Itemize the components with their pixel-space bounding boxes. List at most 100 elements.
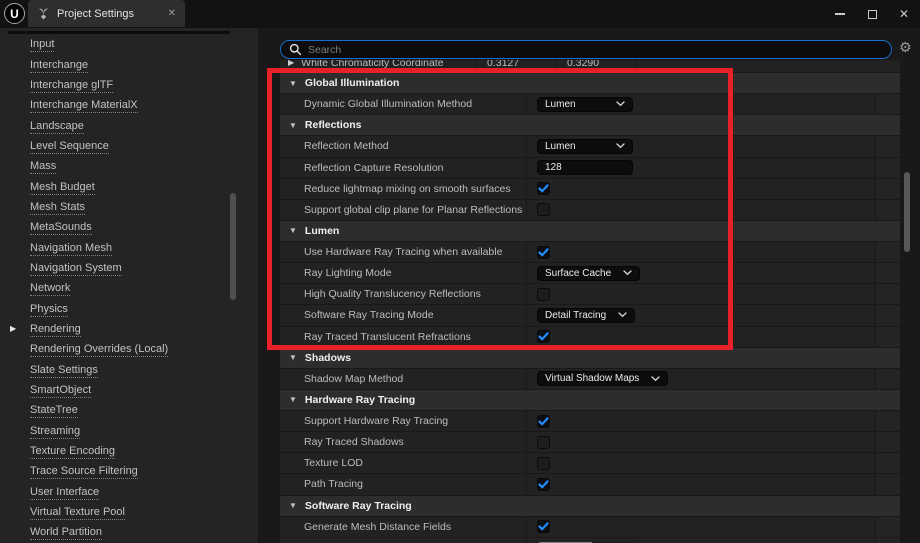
minimize-icon <box>835 13 845 15</box>
checkbox-use-hardware-ray-tracing-when-available[interactable] <box>537 245 550 259</box>
sidebar-item-navigation-system[interactable]: Navigation System <box>0 259 258 279</box>
section-title: Global Illumination <box>304 77 400 90</box>
sidebar-item-streaming[interactable]: Streaming <box>0 422 258 442</box>
text-field-reflection-capture-resolution[interactable] <box>537 160 633 176</box>
setting-row-use-hardware-ray-tracing-when-available: Use Hardware Ray Tracing when available <box>280 242 900 264</box>
dropdown-value: Lumen <box>545 98 576 110</box>
sidebar-item-label: User Interface <box>30 485 100 500</box>
section-title: Hardware Ray Tracing <box>304 393 416 406</box>
setting-label: Software Ray Tracing Mode <box>280 305 527 326</box>
sidebar-item-mesh-stats[interactable]: Mesh Stats <box>0 198 258 218</box>
sidebar-item-navigation-mesh[interactable]: Navigation Mesh <box>0 238 258 258</box>
checkbox-high-quality-translucency-reflections[interactable] <box>537 287 550 301</box>
chevron-down-icon <box>616 143 625 149</box>
sidebar-item-mesh-budget[interactable]: Mesh Budget <box>0 177 258 197</box>
sidebar-item-metasounds[interactable]: MetaSounds <box>0 218 258 238</box>
setting-row-reflection-capture-resolution: Reflection Capture Resolution <box>280 157 900 179</box>
setting-row-high-quality-translucency-reflections: High Quality Translucency Reflections <box>280 284 900 306</box>
sidebar-item-network[interactable]: Network <box>0 279 258 299</box>
collapse-arrow-icon: ▼ <box>289 226 297 236</box>
section-header-hardware-ray-tracing[interactable]: ▼ Hardware Ray Tracing <box>280 389 900 411</box>
row-reset-column <box>876 411 900 432</box>
sidebar-item-texture-encoding[interactable]: Texture Encoding <box>0 442 258 462</box>
sidebar-item-landscape[interactable]: Landscape <box>0 116 258 136</box>
sidebar-item-label: Trace Source Filtering <box>30 465 138 480</box>
tab-project-settings[interactable]: Project Settings ✕ <box>28 0 185 27</box>
settings-list: ▶ White Chromaticity Coordinate 0.3127 0… <box>280 60 900 543</box>
sidebar-item-slate-settings[interactable]: Slate Settings <box>0 361 258 381</box>
setting-label: Texture LOD <box>280 453 527 474</box>
dropdown-ray-lighting-mode[interactable]: Surface Cache <box>537 265 641 281</box>
sidebar-item-label: SmartObject <box>30 384 92 399</box>
row-reset-column <box>876 453 900 474</box>
sidebar-item-virtual-texture-pool[interactable]: Virtual Texture Pool <box>0 503 258 523</box>
expand-arrow-icon[interactable]: ▶ <box>288 60 294 67</box>
unreal-engine-logo-icon: U <box>4 3 25 24</box>
setting-value-y[interactable]: 0.3290 <box>557 60 637 72</box>
checkbox-support-global-clip-plane-for-planar-reflections[interactable] <box>537 203 550 217</box>
setting-label: Reflection Capture Resolution <box>280 157 527 178</box>
search-bar <box>280 40 892 59</box>
collapse-arrow-icon: ▼ <box>289 501 297 511</box>
section-title: Lumen <box>304 224 340 237</box>
setting-row-reflection-method: Reflection Method Lumen <box>280 136 900 158</box>
section-header-reflections[interactable]: ▼ Reflections <box>280 115 900 137</box>
sidebar-item-label: Input <box>30 38 55 53</box>
dropdown-value: Virtual Shadow Maps <box>545 373 640 385</box>
sidebar-item-interchange[interactable]: Interchange <box>0 55 258 75</box>
checkbox-generate-mesh-distance-fields[interactable] <box>537 520 550 534</box>
section-header-lumen[interactable]: ▼ Lumen <box>280 220 900 242</box>
maximize-button[interactable] <box>856 0 888 28</box>
main-scrollbar-thumb[interactable] <box>904 172 910 252</box>
close-button[interactable]: ✕ <box>888 0 920 28</box>
sidebar-item-smartobject[interactable]: SmartObject <box>0 381 258 401</box>
sidebar-item-world-partition[interactable]: World Partition <box>0 523 258 543</box>
section-header-global-illumination[interactable]: ▼ Global Illumination <box>280 73 900 95</box>
section-title: Shadows <box>304 351 352 364</box>
setting-label: Support Hardware Ray Tracing <box>280 411 527 432</box>
section-header-shadows[interactable]: ▼ Shadows <box>280 347 900 369</box>
settings-category-sidebar: Input Interchange Interchange glTF Intercha… <box>0 28 258 543</box>
sidebar-item-physics[interactable]: Physics <box>0 299 258 319</box>
settings-gear-icon[interactable]: ⚙ <box>899 39 912 56</box>
setting-value-cell <box>527 242 876 263</box>
sidebar-item-input[interactable]: Input <box>0 35 258 55</box>
sidebar-item-mass[interactable]: Mass <box>0 157 258 177</box>
setting-row-software-ray-tracing-mode: Software Ray Tracing Mode Detail Tracing <box>280 305 900 327</box>
sidebar-item-user-interface[interactable]: User Interface <box>0 483 258 503</box>
row-reset-column <box>876 136 900 157</box>
search-icon <box>289 43 302 56</box>
dropdown-dynamic-global-illumination-method[interactable]: Lumen <box>537 96 633 112</box>
sidebar-item-rendering-overrides-local[interactable]: Rendering Overrides (Local) <box>0 340 258 360</box>
sidebar-item-rendering[interactable]: ▶ Rendering <box>0 320 258 340</box>
setting-value-x[interactable]: 0.3127 <box>477 60 557 72</box>
window-controls: ✕ <box>824 0 920 28</box>
checkbox-support-hardware-ray-tracing[interactable] <box>537 414 550 428</box>
sidebar-item-label: MetaSounds <box>30 221 92 236</box>
main-scrollbar-track[interactable] <box>904 60 911 543</box>
sidebar-scrollbar-thumb[interactable] <box>230 193 236 300</box>
sidebar-item-statetree[interactable]: StateTree <box>0 401 258 421</box>
minimize-button[interactable] <box>824 0 856 28</box>
sidebar-item-trace-source-filtering[interactable]: Trace Source Filtering <box>0 462 258 482</box>
sidebar-item-label: Slate Settings <box>30 363 98 378</box>
sidebar-item-label: Texture Encoding <box>30 445 115 460</box>
checkbox-ray-traced-translucent-refractions[interactable] <box>537 330 550 344</box>
setting-label: White Chromaticity Coordinate <box>301 60 444 69</box>
setting-label: Reflection Method <box>280 136 527 157</box>
sidebar-item-level-sequence[interactable]: Level Sequence <box>0 137 258 157</box>
checkbox-texture-lod[interactable] <box>537 456 550 470</box>
dropdown-software-ray-tracing-mode[interactable]: Detail Tracing <box>537 307 636 323</box>
search-input[interactable] <box>308 43 883 56</box>
dropdown-shadow-map-method[interactable]: Virtual Shadow Maps <box>537 371 669 387</box>
dropdown-reflection-method[interactable]: Lumen <box>537 138 633 154</box>
check-icon <box>538 184 549 193</box>
sidebar-item-interchange-gltf[interactable]: Interchange glTF <box>0 76 258 96</box>
section-header-software-ray-tracing[interactable]: ▼ Software Ray Tracing <box>280 495 900 517</box>
checkbox-ray-traced-shadows[interactable] <box>537 435 550 449</box>
checkbox-path-tracing[interactable] <box>537 477 550 491</box>
sidebar-item-label: Virtual Texture Pool <box>30 506 125 521</box>
sidebar-item-interchange-materialx[interactable]: Interchange MaterialX <box>0 96 258 116</box>
tab-close-icon[interactable]: ✕ <box>168 8 176 19</box>
checkbox-reduce-lightmap-mixing-on-smooth-surfaces[interactable] <box>537 182 550 196</box>
